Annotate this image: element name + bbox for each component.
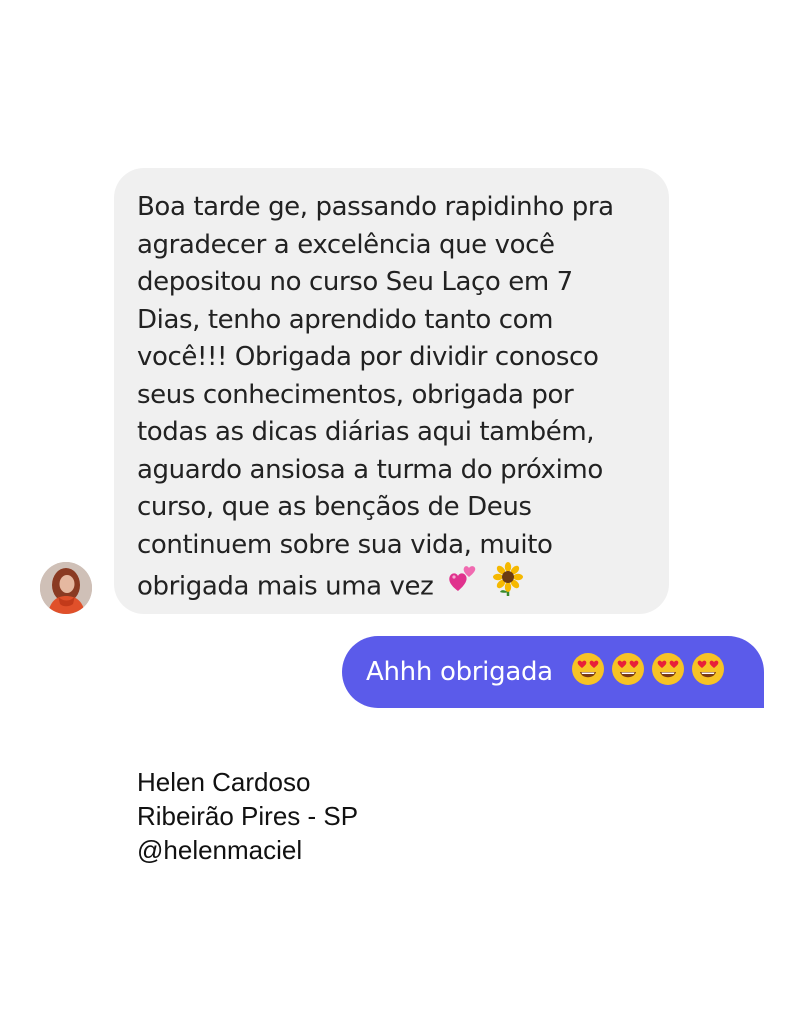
two-hearts-icon	[447, 561, 479, 605]
message-line: você!!! Obrigada por dividir conosco	[137, 342, 599, 372]
outgoing-message-bubble: Ahhh obrigada	[342, 636, 764, 708]
message-line: todas as dicas diárias aqui também,	[137, 417, 595, 447]
heart-eyes-icon	[571, 652, 605, 693]
heart-eyes-icon	[611, 652, 645, 693]
message-last-line: obrigada mais uma vez	[137, 561, 645, 610]
message-line: agradecer a excelência que você	[137, 229, 555, 260]
message-line: seus conhecimentos, obrigada por	[137, 379, 574, 410]
signature-name: Helen Cardoso	[137, 767, 311, 797]
incoming-message-bubble: Boa tarde ge, passando rapidinho pra agr…	[114, 168, 669, 614]
sunflower-icon	[491, 562, 525, 608]
signature-block: Helen Cardoso Ribeirão Pires - SP @helen…	[137, 765, 358, 867]
message-line: continuem sobre sua vida, muito	[137, 529, 553, 560]
message-line: Boa tarde ge, passando rapidinho pra	[137, 192, 614, 222]
message-line: Dias, tenho aprendido tanto com	[137, 304, 554, 335]
message-line: curso, que as bençãos de Deus	[137, 492, 532, 522]
signature-handle: @helenmaciel	[137, 835, 303, 865]
message-line: depositou no curso Seu Laço em 7	[137, 267, 573, 297]
message-line: obrigada mais uma vez	[137, 571, 434, 602]
avatar[interactable]	[40, 562, 92, 614]
heart-eyes-icon	[691, 652, 725, 693]
signature-location: Ribeirão Pires - SP	[137, 801, 359, 831]
outgoing-message-text: Ahhh obrigada	[366, 657, 553, 687]
message-line: aguardo ansiosa a turma do próximo	[137, 454, 603, 485]
heart-eyes-icon	[651, 652, 685, 693]
